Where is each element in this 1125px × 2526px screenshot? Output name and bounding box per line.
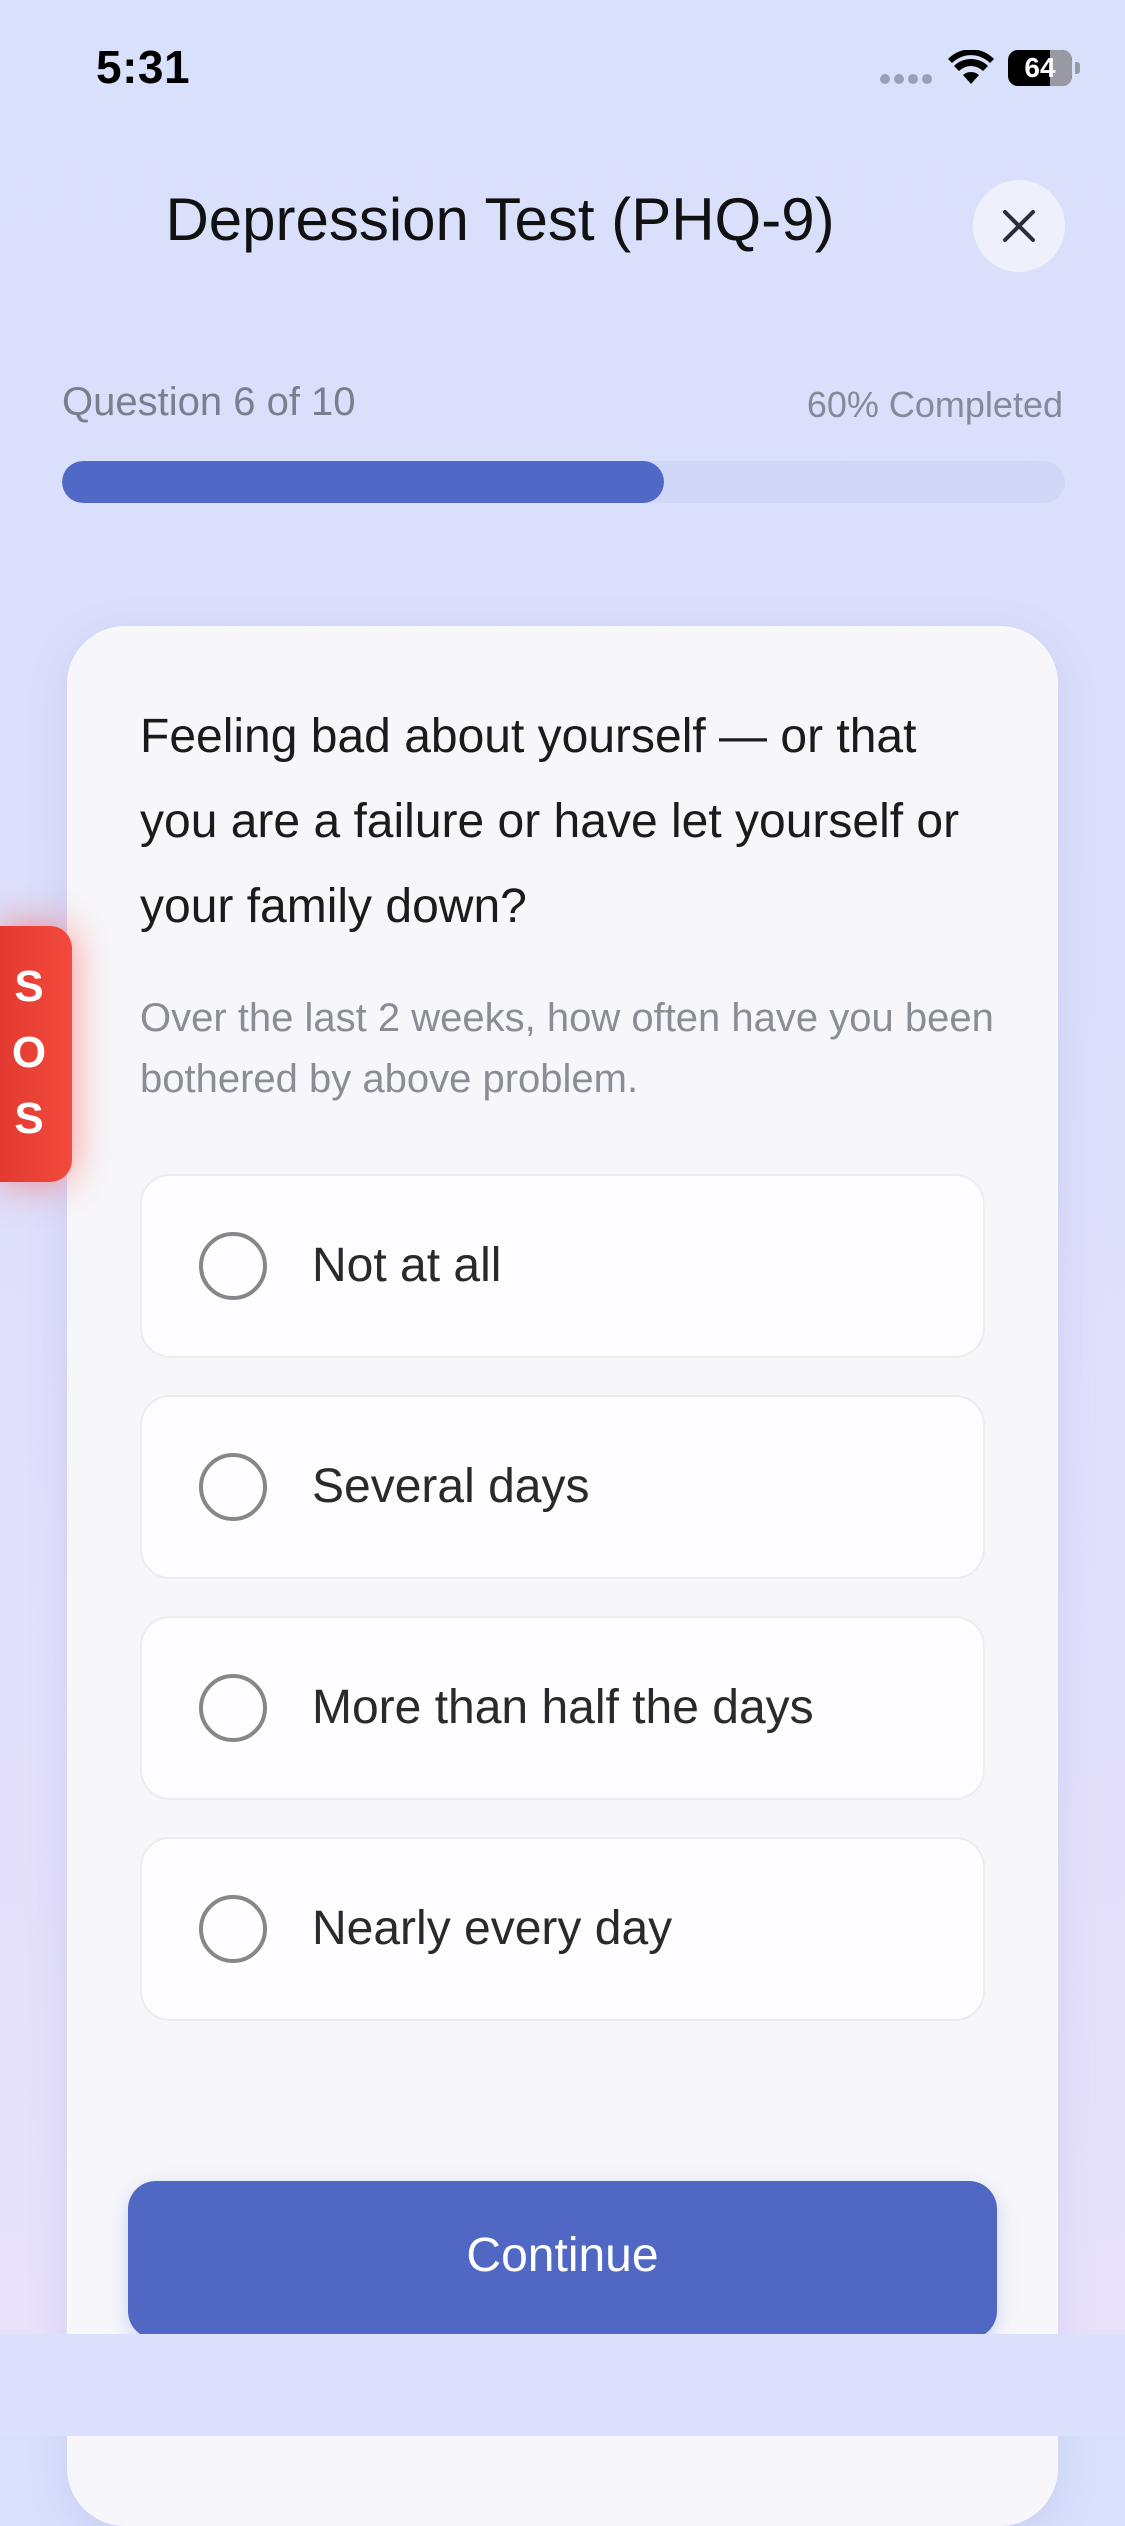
status-bar: 5:31 64 — [0, 0, 1125, 130]
close-icon — [1003, 210, 1035, 242]
continue-button[interactable]: Continue — [128, 2181, 997, 2339]
option-label: Not at all — [312, 1239, 502, 1292]
status-time: 5:31 — [96, 41, 191, 93]
progress-bar — [62, 461, 1065, 503]
wifi-icon — [948, 50, 994, 84]
option-more-than-half-the-days[interactable]: More than half the days — [140, 1616, 985, 1800]
battery-icon: 64 — [1008, 50, 1080, 86]
bottom-band — [0, 2334, 1125, 2436]
sos-letter: O — [11, 1028, 47, 1077]
sos-button[interactable]: S O S — [0, 926, 72, 1182]
radio-button[interactable] — [199, 1895, 267, 1963]
progress-percent: 60% Completed — [806, 384, 1063, 425]
question-card: Feeling bad about yourself — or that you… — [67, 626, 1058, 2526]
radio-button[interactable] — [199, 1674, 267, 1742]
close-button[interactable] — [973, 180, 1065, 272]
progress-bar-fill — [62, 461, 664, 503]
option-not-at-all[interactable]: Not at all — [140, 1174, 985, 1358]
option-several-days[interactable]: Several days — [140, 1395, 985, 1579]
option-label: More than half the days — [312, 1681, 814, 1734]
question-text: Feeling bad about yourself — or that you… — [140, 710, 960, 933]
option-nearly-every-day[interactable]: Nearly every day — [140, 1837, 985, 2021]
battery-level: 64 — [1024, 52, 1056, 83]
radio-button[interactable] — [199, 1453, 267, 1521]
sos-letter: S — [14, 1094, 44, 1143]
sos-letter: S — [14, 962, 44, 1011]
option-label: Nearly every day — [312, 1902, 673, 1955]
answer-options: Not at all Several days More than half t… — [140, 1174, 985, 2058]
page-title: Depression Test (PHQ-9) — [165, 186, 835, 253]
radio-button[interactable] — [199, 1232, 267, 1300]
option-label: Several days — [312, 1460, 590, 1513]
cellular-signal-icon — [880, 74, 934, 84]
question-hint: Over the last 2 weeks, how often have yo… — [140, 996, 994, 1101]
question-counter: Question 6 of 10 — [62, 380, 356, 424]
